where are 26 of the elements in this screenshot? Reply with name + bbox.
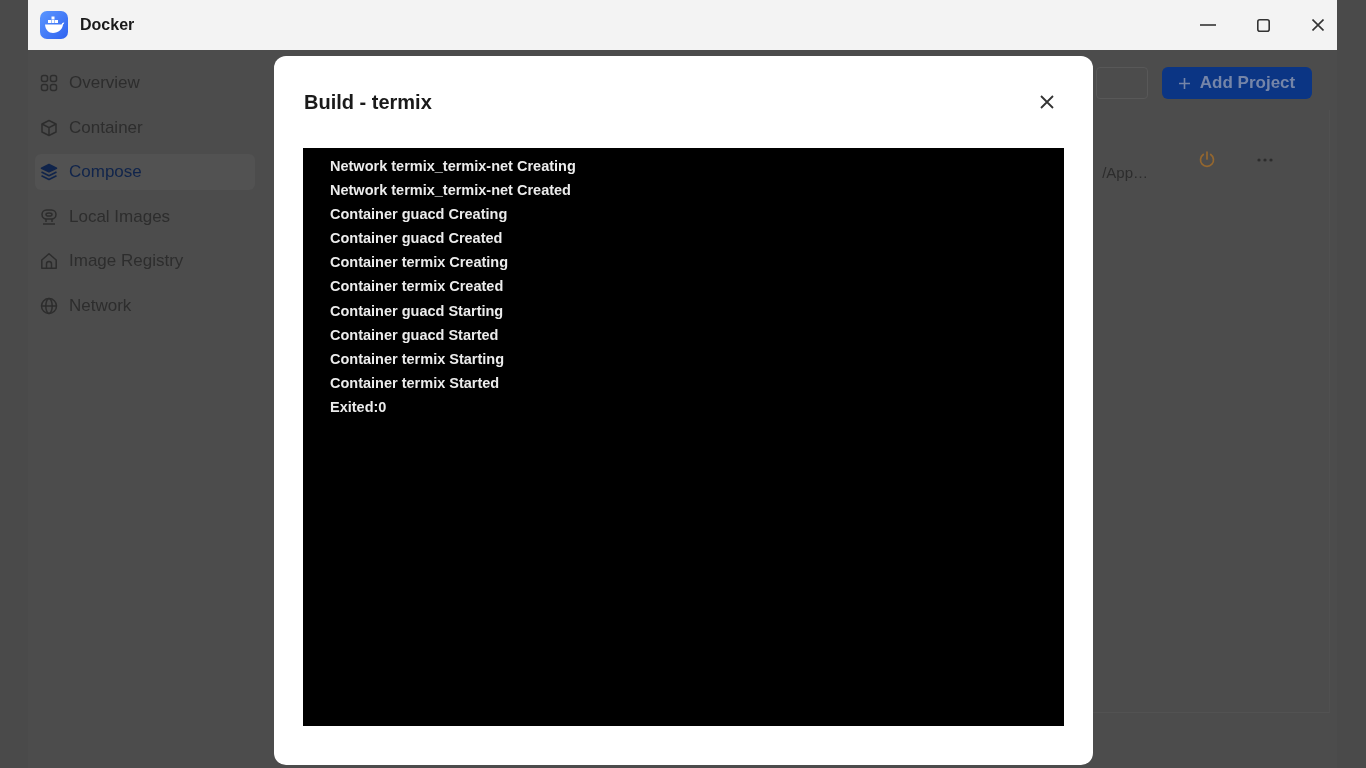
log-line: Network termix_termix-net Created <box>330 181 571 201</box>
add-project-button[interactable]: Add Project <box>1162 67 1312 99</box>
globe-icon <box>40 296 58 315</box>
log-line: Container guacd Starting <box>330 301 504 321</box>
sidebar-item[interactable]: Compose <box>35 154 255 191</box>
app-logo-icon <box>40 11 68 39</box>
log-line: Container guacd Created <box>330 229 503 249</box>
drive-icon <box>40 207 58 226</box>
layers-icon <box>40 163 58 182</box>
close-icon[interactable] <box>1312 19 1324 31</box>
app-title: Docker <box>80 16 135 34</box>
log-line: Container termix Created <box>330 277 504 297</box>
dialog-title: Build - termix <box>304 90 432 114</box>
plus-icon <box>1178 77 1190 89</box>
cube-icon <box>40 118 58 137</box>
log-line: Container termix Starting <box>330 349 505 369</box>
log-line: Network termix_termix-net Creating <box>330 157 576 176</box>
close-icon[interactable] <box>1040 95 1054 109</box>
log-line: Container guacd Creating <box>330 205 508 225</box>
log-line: Exited:0 <box>330 397 387 417</box>
log-line: Container termix Creating <box>330 253 509 273</box>
log-line: Container guacd Started <box>330 325 499 345</box>
maximize-icon[interactable] <box>1257 18 1270 32</box>
log-line: Container termix Started <box>330 373 500 393</box>
grid-icon <box>40 74 58 92</box>
house-icon <box>40 252 58 271</box>
